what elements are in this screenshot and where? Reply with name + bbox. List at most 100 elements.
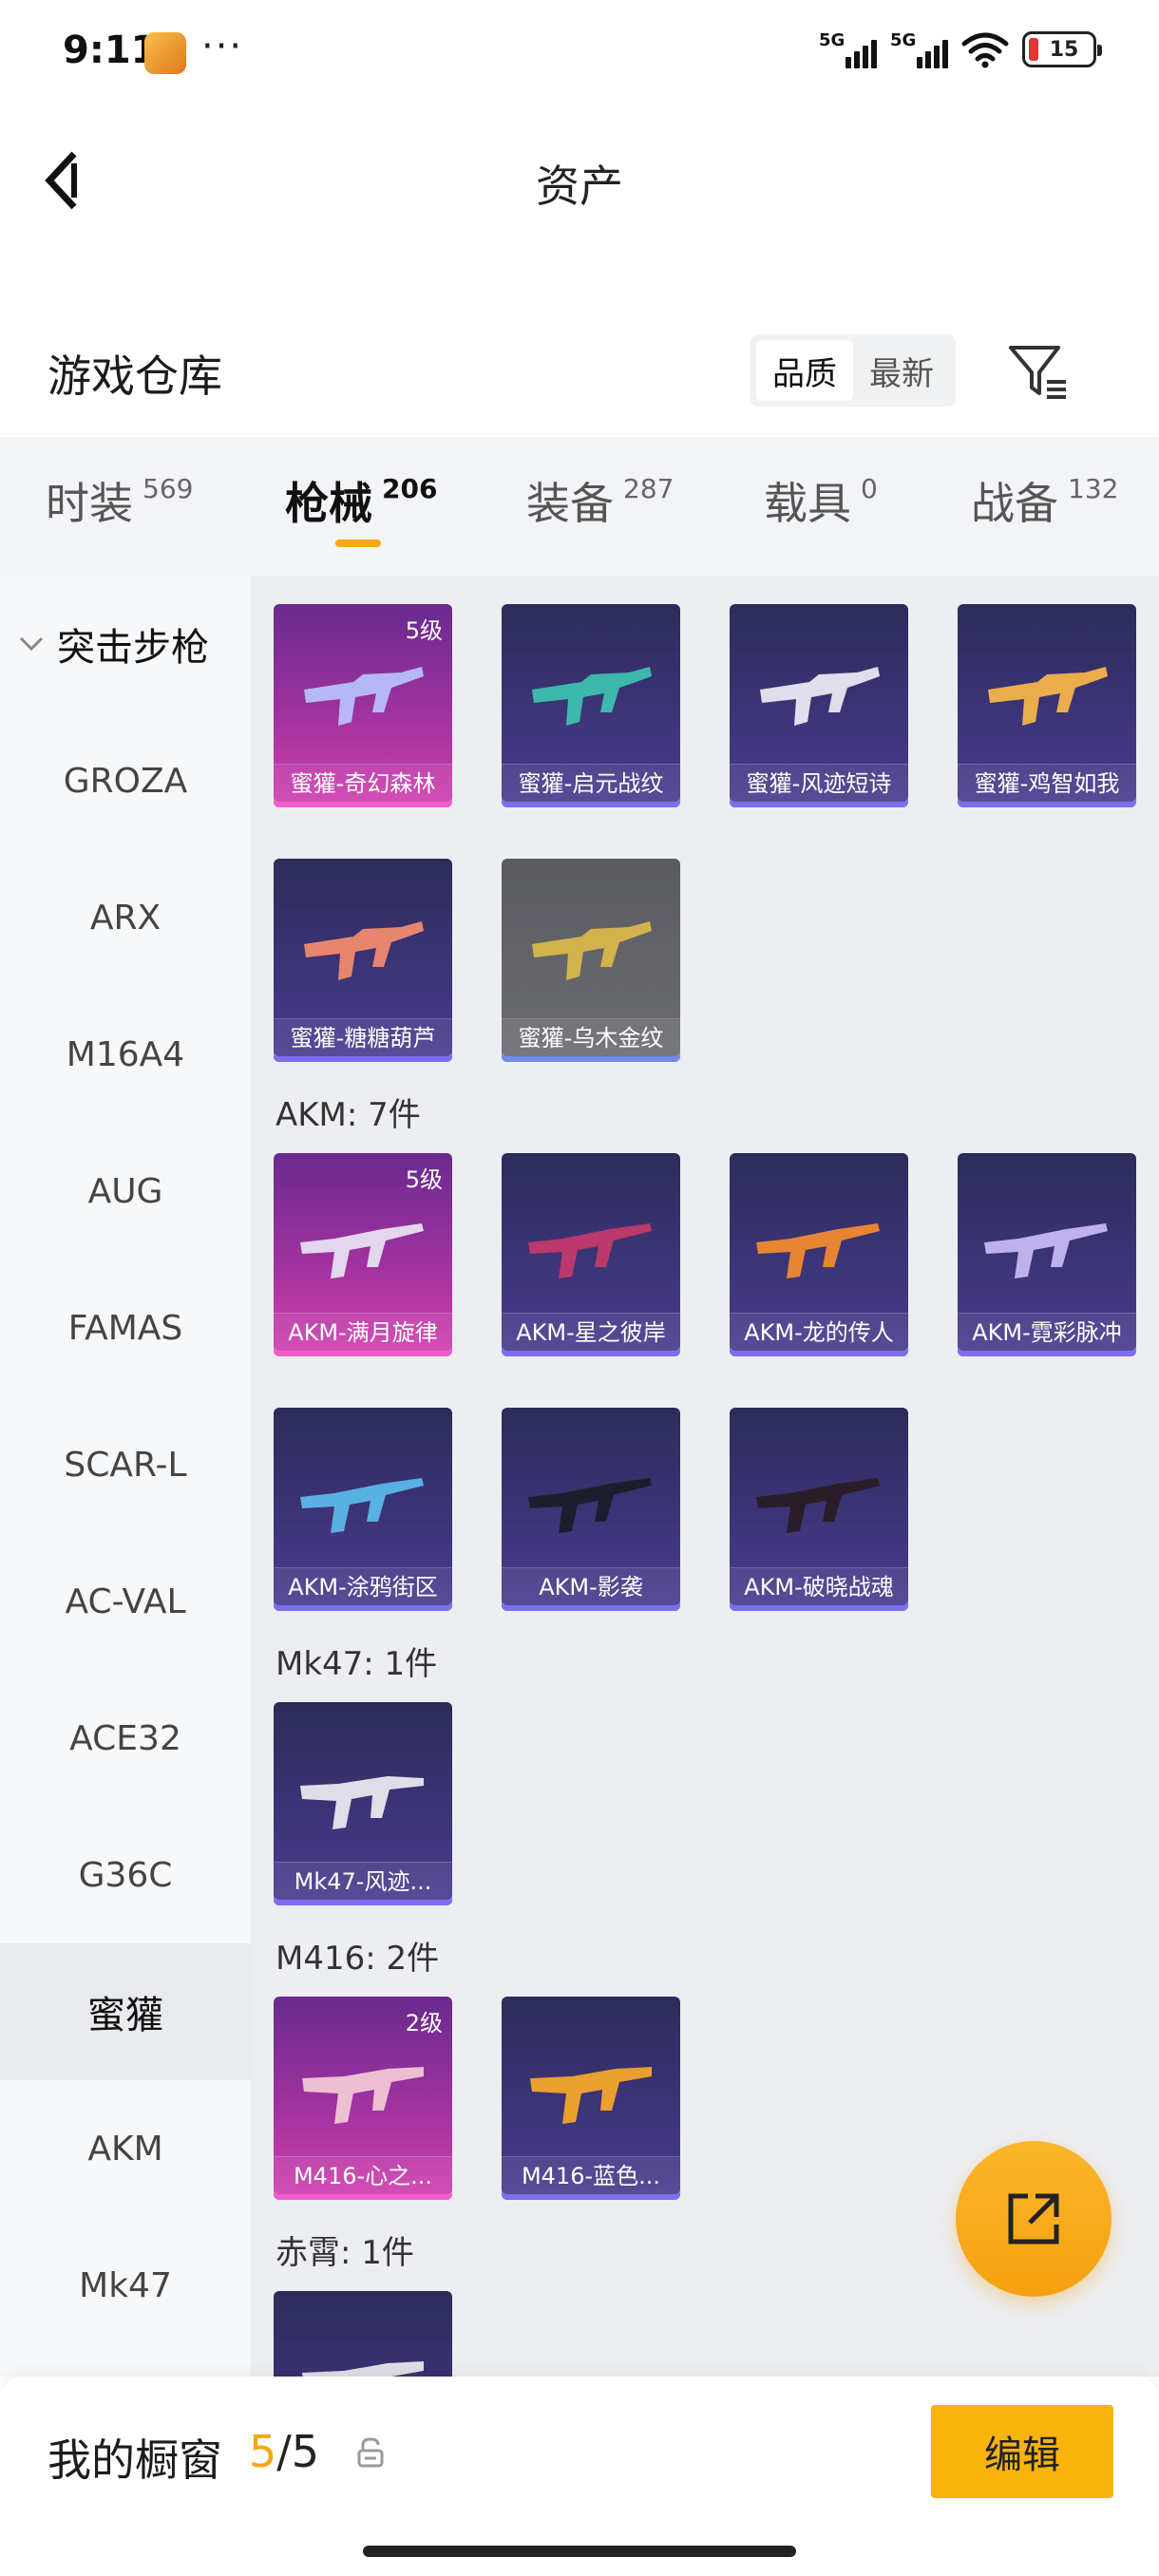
rifle-icon bbox=[302, 2361, 424, 2377]
skin-card[interactable]: AKM-影袭 bbox=[502, 1408, 680, 1611]
showcase-bar: 我的橱窗 5/5 编辑 bbox=[0, 2377, 1159, 2576]
sort-option-newest[interactable]: 最新 bbox=[853, 340, 950, 401]
skin-name: 蜜獾-风迹短诗 bbox=[730, 764, 908, 802]
skin-card[interactable]: 蜜獾-乌木金纹 bbox=[502, 859, 680, 1062]
skin-card[interactable] bbox=[274, 2291, 452, 2377]
rifle-icon bbox=[988, 667, 1108, 726]
sidebar-item-honey-badger[interactable]: 蜜獾 bbox=[0, 1943, 251, 2080]
skin-card[interactable]: AKM-星之彼岸 bbox=[502, 1153, 680, 1356]
rifle-icon bbox=[300, 1776, 424, 1829]
rifle-icon bbox=[300, 1478, 424, 1533]
sidebar-item-ac-val[interactable]: AC-VAL bbox=[0, 1533, 251, 1670]
cellular-signal-icon-2: 5G bbox=[890, 30, 948, 68]
skin-card[interactable]: Mk47-风迹... bbox=[274, 1702, 452, 1905]
level-badge: 2级 bbox=[405, 2010, 443, 2036]
tab-weapons[interactable]: 枪械 206 bbox=[285, 469, 437, 532]
skin-name: AKM-破晓战魂 bbox=[730, 1567, 908, 1605]
sidebar-item-famas[interactable]: FAMAS bbox=[0, 1260, 251, 1396]
section-title: AKM: 7件 bbox=[276, 1096, 421, 1134]
sidebar-item-aug[interactable]: AUG bbox=[0, 1123, 251, 1260]
skin-card[interactable]: AKM-涂鸦街区 bbox=[274, 1408, 452, 1611]
warehouse-title: 游戏仓库 bbox=[48, 350, 222, 402]
sidebar-item-ace32[interactable]: ACE32 bbox=[0, 1670, 251, 1807]
network-type-label: 5G bbox=[819, 30, 846, 50]
tab-label: 装备 bbox=[526, 478, 614, 529]
sidebar-item-mk47[interactable]: Mk47 bbox=[0, 2217, 251, 2354]
tab-count: 0 bbox=[861, 473, 878, 504]
home-indicator[interactable] bbox=[363, 2546, 796, 2557]
rifle-icon bbox=[760, 667, 880, 726]
share-button[interactable] bbox=[956, 2141, 1112, 2297]
skin-card[interactable]: 蜜獾-糖糖葫芦 bbox=[274, 859, 452, 1062]
skin-name: AKM-星之彼岸 bbox=[502, 1313, 680, 1351]
battery-icon: 15 bbox=[1022, 31, 1102, 67]
skin-card[interactable]: 5级 AKM-满月旋律 bbox=[274, 1153, 452, 1356]
battery-percent: 15 bbox=[1049, 37, 1079, 62]
tab-count: 132 bbox=[1068, 473, 1119, 504]
more-notifications-icon: ··· bbox=[201, 25, 244, 68]
sort-option-quality[interactable]: 品质 bbox=[756, 340, 853, 401]
rifle-icon bbox=[302, 2067, 424, 2124]
skin-name: M416-心之... bbox=[274, 2156, 452, 2194]
filter-icon[interactable] bbox=[1005, 338, 1072, 405]
page-title: 资产 bbox=[536, 161, 623, 212]
sidebar-item-akm[interactable]: AKM bbox=[0, 2080, 251, 2217]
sidebar-item-arx[interactable]: ARX bbox=[0, 849, 251, 986]
tab-label: 时装 bbox=[46, 478, 133, 529]
rifle-icon bbox=[304, 921, 424, 980]
edit-button[interactable]: 编辑 bbox=[931, 2405, 1113, 2498]
rifle-icon bbox=[984, 1223, 1108, 1279]
weapon-skin-grid: 5级 蜜獾-奇幻森林 蜜獾-启元战纹 蜜獾-风迹短诗 蜜獾-鸡智如我 蜜獾-糖糖… bbox=[251, 576, 1159, 2377]
category-tabs: 时装 569 枪械 206 装备 287 载具 0 战备 132 bbox=[0, 437, 1159, 576]
status-icons: 5G 5G 15 bbox=[819, 30, 1102, 68]
network-type-label-2: 5G bbox=[890, 30, 917, 50]
active-tab-indicator bbox=[335, 540, 381, 547]
assets-page: 9:11 ··· 5G 5G 15 资产 游戏仓库 品质 最新 时装 569 枪… bbox=[0, 0, 1159, 2576]
tab-count: 569 bbox=[142, 473, 194, 504]
skin-card[interactable]: 蜜獾-风迹短诗 bbox=[730, 604, 908, 807]
skin-card[interactable]: 2级 M416-心之... bbox=[274, 1997, 452, 2200]
skin-card[interactable]: 蜜獾-鸡智如我 bbox=[958, 604, 1136, 807]
skin-name: 蜜獾-乌木金纹 bbox=[502, 1018, 680, 1056]
sidebar-group-label: 突击步枪 bbox=[57, 626, 209, 670]
skin-card[interactable]: M416-蓝色... bbox=[502, 1997, 680, 2200]
sort-toggle: 品质 最新 bbox=[750, 334, 956, 407]
section-title: Mk47: 1件 bbox=[276, 1645, 438, 1683]
warehouse-header: 游戏仓库 品质 最新 bbox=[0, 313, 1159, 427]
showcase-count-separator: / bbox=[276, 2426, 292, 2477]
skin-name: 蜜獾-糖糖葫芦 bbox=[274, 1018, 452, 1056]
sidebar-item-m16a4[interactable]: M16A4 bbox=[0, 986, 251, 1123]
weapon-type-sidebar: 突击步枪 GROZA ARX M16A4 AUG FAMAS SCAR-L AC… bbox=[0, 576, 251, 2377]
chevron-down-icon bbox=[19, 636, 44, 652]
rifle-icon bbox=[304, 667, 424, 726]
skin-card[interactable]: AKM-龙的传人 bbox=[730, 1153, 908, 1356]
showcase-count-current: 5 bbox=[249, 2426, 277, 2477]
tab-vehicles[interactable]: 载具 0 bbox=[764, 469, 878, 532]
share-icon bbox=[1008, 2193, 1059, 2245]
rifle-icon bbox=[756, 1478, 880, 1533]
skin-name: 蜜獾-启元战纹 bbox=[502, 764, 680, 802]
rifle-icon bbox=[532, 667, 652, 726]
skin-name: 蜜獾-奇幻森林 bbox=[274, 764, 452, 802]
rifle-icon bbox=[530, 2067, 652, 2124]
skin-card[interactable]: 蜜獾-启元战纹 bbox=[502, 604, 680, 807]
tab-label: 枪械 bbox=[285, 478, 372, 529]
sidebar-item-scar-l[interactable]: SCAR-L bbox=[0, 1396, 251, 1533]
sidebar-item-groza[interactable]: GROZA bbox=[0, 712, 251, 849]
skin-name: Mk47-风迹... bbox=[274, 1862, 452, 1900]
rifle-icon bbox=[528, 1478, 652, 1533]
sidebar-group-assault-rifles[interactable]: 突击步枪 bbox=[0, 576, 251, 712]
tab-fashion[interactable]: 时装 569 bbox=[46, 469, 193, 532]
skin-card[interactable]: AKM-霓彩脉冲 bbox=[958, 1153, 1136, 1356]
tab-supplies[interactable]: 战备 132 bbox=[971, 469, 1118, 532]
sidebar-item-g36c[interactable]: G36C bbox=[0, 1807, 251, 1943]
section-title: 赤霄: 1件 bbox=[276, 2234, 414, 2272]
cellular-signal-icon: 5G bbox=[819, 30, 877, 68]
battery-level bbox=[1029, 38, 1038, 61]
tab-equipment[interactable]: 装备 287 bbox=[526, 469, 674, 532]
skin-card[interactable]: AKM-破晓战魂 bbox=[730, 1408, 908, 1611]
skin-name: AKM-满月旋律 bbox=[274, 1313, 452, 1351]
lock-icon bbox=[357, 2437, 384, 2468]
skin-card[interactable]: 5级 蜜獾-奇幻森林 bbox=[274, 604, 452, 807]
skin-name: AKM-霓彩脉冲 bbox=[958, 1313, 1136, 1351]
